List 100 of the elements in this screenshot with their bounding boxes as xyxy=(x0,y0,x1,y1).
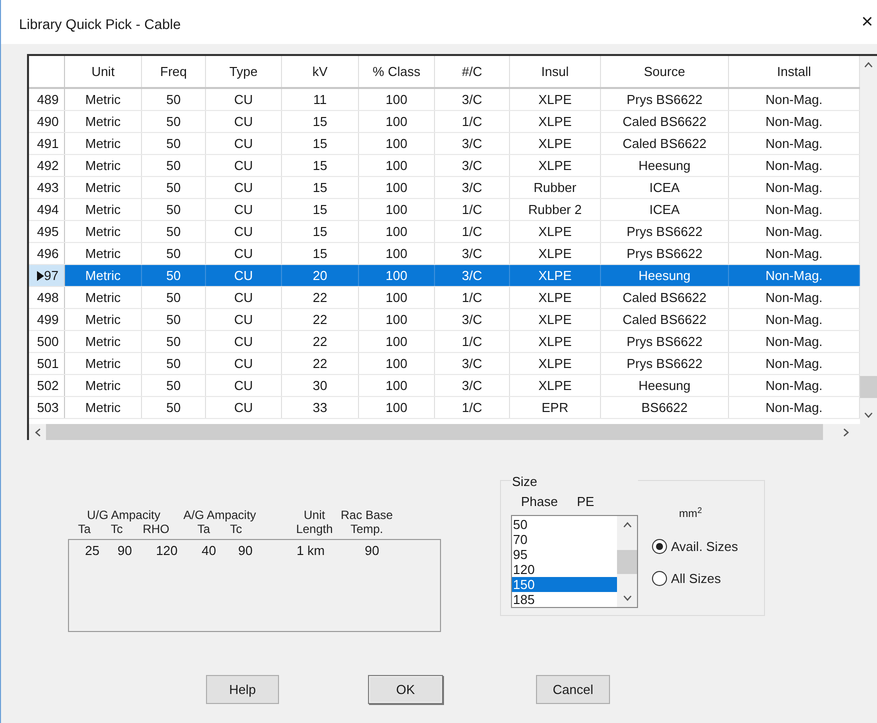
table-cell: 100 xyxy=(359,199,435,220)
table-cell: 1/C xyxy=(435,287,510,308)
table-cell: 22 xyxy=(282,331,359,352)
column-header[interactable]: % Class xyxy=(359,56,435,87)
column-header[interactable]: Source xyxy=(601,56,729,87)
row-header[interactable]: 494 xyxy=(29,199,65,220)
table-row[interactable]: 495 Metric 50 CU 15 100 1/C XLPE Prys BS6622 Non-Mag. xyxy=(29,221,860,243)
table-row[interactable]: 500 Metric 50 CU 22 100 1/C XLPE Prys BS6622 Non-Mag. xyxy=(29,331,860,353)
dialog-button[interactable]: Help xyxy=(206,675,279,704)
list-item[interactable]: 70 xyxy=(512,532,617,547)
table-row[interactable]: 489 Metric 50 CU 11 100 3/C XLPE Prys BS6622 Non-Mag. xyxy=(29,89,860,111)
table-row[interactable]: 501 Metric 50 CU 22 100 3/C XLPE Prys BS6622 Non-Mag. xyxy=(29,353,860,375)
radio-button[interactable] xyxy=(652,571,667,586)
table-row[interactable]: 490 Metric 50 CU 15 100 1/C XLPE Caled BS6622 Non-Mag. xyxy=(29,111,860,133)
table-cell: Heesung xyxy=(601,155,729,176)
column-label: PE xyxy=(576,492,594,510)
row-header[interactable]: 498 xyxy=(29,287,65,308)
scroll-down-icon[interactable] xyxy=(864,412,873,418)
row-header[interactable]: 499 xyxy=(29,309,65,330)
vertical-scrollbar[interactable] xyxy=(860,56,877,424)
column-header[interactable]: Freq xyxy=(142,56,206,87)
table-cell: Heesung xyxy=(601,375,729,396)
table-row[interactable]: 97 Metric 50 CU 20 100 3/C XLPE Heesung Non-Mag. xyxy=(29,265,860,287)
row-header[interactable]: 97 xyxy=(29,265,65,286)
value-text: 90 xyxy=(117,542,132,560)
group-label: U/G Ampacity xyxy=(87,508,160,522)
dialog-button[interactable]: OK xyxy=(368,675,443,704)
table-cell: CU xyxy=(206,199,282,220)
table-cell: ICEA xyxy=(601,199,729,220)
table-cell: Metric xyxy=(65,111,142,132)
scroll-right-icon[interactable] xyxy=(843,428,849,436)
table-cell: 100 xyxy=(359,353,435,374)
table-cell: XLPE xyxy=(510,265,601,286)
table-cell: 3/C xyxy=(435,309,510,330)
column-header[interactable]: Unit xyxy=(65,56,142,87)
scroll-up-icon[interactable] xyxy=(622,522,632,528)
window-title: Library Quick Pick - Cable xyxy=(19,15,181,34)
list-item[interactable]: 50 xyxy=(512,517,617,532)
table-cell: EPR xyxy=(510,397,601,418)
table-row[interactable]: 498 Metric 50 CU 22 100 1/C XLPE Caled BS6622 Non-Mag. xyxy=(29,287,860,309)
list-item[interactable]: 120 xyxy=(512,562,617,577)
table-cell: Caled BS6622 xyxy=(601,111,729,132)
scroll-up-icon[interactable] xyxy=(864,62,873,68)
radio-button[interactable] xyxy=(652,538,667,554)
table-cell: XLPE xyxy=(510,221,601,242)
row-header[interactable]: 501 xyxy=(29,353,65,374)
table-cell: 50 xyxy=(142,199,206,220)
column-label: RHO xyxy=(142,522,170,536)
table-row[interactable]: 492 Metric 50 CU 15 100 3/C XLPE Heesung Non-Mag. xyxy=(29,155,860,177)
list-item[interactable]: 185 xyxy=(512,592,617,607)
table-row[interactable]: 493 Metric 50 CU 15 100 3/C Rubber ICEA Non-Mag. xyxy=(29,177,860,199)
column-header[interactable]: #/C xyxy=(435,56,510,87)
row-header[interactable]: 492 xyxy=(29,155,65,176)
column-header[interactable]: Insul xyxy=(510,56,601,87)
table-cell: 50 xyxy=(142,111,206,132)
scroll-left-icon[interactable] xyxy=(34,428,40,436)
row-header[interactable]: 495 xyxy=(29,221,65,242)
table-cell: Metric xyxy=(65,353,142,374)
row-header[interactable]: 489 xyxy=(29,89,65,110)
radio-label: Avail. Sizes xyxy=(671,538,738,556)
group-label: A/G Ampacity xyxy=(183,508,256,522)
table-cell: CU xyxy=(206,221,282,242)
table-cell: 50 xyxy=(142,375,206,396)
table-cell: XLPE xyxy=(510,155,601,176)
row-header[interactable]: 503 xyxy=(29,397,65,418)
table-cell: 50 xyxy=(142,265,206,286)
table-row[interactable]: 503 Metric 50 CU 33 100 1/C EPR BS6622 Non-Mag. xyxy=(29,397,860,419)
size-list[interactable]: 50 70 95 120 150 185 xyxy=(511,515,638,608)
table-cell: 30 xyxy=(282,375,359,396)
table-row[interactable]: 502 Metric 50 CU 30 100 3/C XLPE Heesung Non-Mag. xyxy=(29,375,860,397)
table-cell: Caled BS6622 xyxy=(601,287,729,308)
row-header[interactable]: 496 xyxy=(29,243,65,264)
table-row[interactable]: 499 Metric 50 CU 22 100 3/C XLPE Caled BS6622 Non-Mag. xyxy=(29,309,860,331)
scrollbar-thumb[interactable] xyxy=(617,550,637,574)
table-row[interactable]: 494 Metric 50 CU 15 100 1/C Rubber 2 ICEA Non-Mag. xyxy=(29,199,860,221)
list-item[interactable]: 95 xyxy=(512,547,617,562)
table-row[interactable]: 491 Metric 50 CU 15 100 3/C XLPE Caled BS6622 Non-Mag. xyxy=(29,133,860,155)
row-header[interactable]: 502 xyxy=(29,375,65,396)
scroll-down-icon[interactable] xyxy=(622,595,632,601)
scrollbar-thumb[interactable] xyxy=(860,376,877,398)
close-button[interactable]: × xyxy=(861,12,873,32)
table-cell: 1/C xyxy=(435,221,510,242)
table-cell: 3/C xyxy=(435,155,510,176)
table-cell: XLPE xyxy=(510,89,601,110)
list-scrollbar[interactable] xyxy=(617,516,637,607)
horizontal-scrollbar[interactable] xyxy=(29,424,877,440)
column-header[interactable]: kV xyxy=(282,56,359,87)
table-cell: 15 xyxy=(282,133,359,154)
table-cell: ICEA xyxy=(601,177,729,198)
table-cell: 1/C xyxy=(435,397,510,418)
column-header[interactable]: Type xyxy=(206,56,282,87)
row-header[interactable]: 500 xyxy=(29,331,65,352)
list-item[interactable]: 150 xyxy=(512,577,617,592)
row-header[interactable]: 491 xyxy=(29,133,65,154)
table-cell: CU xyxy=(206,177,282,198)
row-header[interactable]: 493 xyxy=(29,177,65,198)
row-header[interactable]: 490 xyxy=(29,111,65,132)
dialog-button[interactable]: Cancel xyxy=(536,675,610,704)
table-cell: 15 xyxy=(282,221,359,242)
table-cell: Metric xyxy=(65,177,142,198)
